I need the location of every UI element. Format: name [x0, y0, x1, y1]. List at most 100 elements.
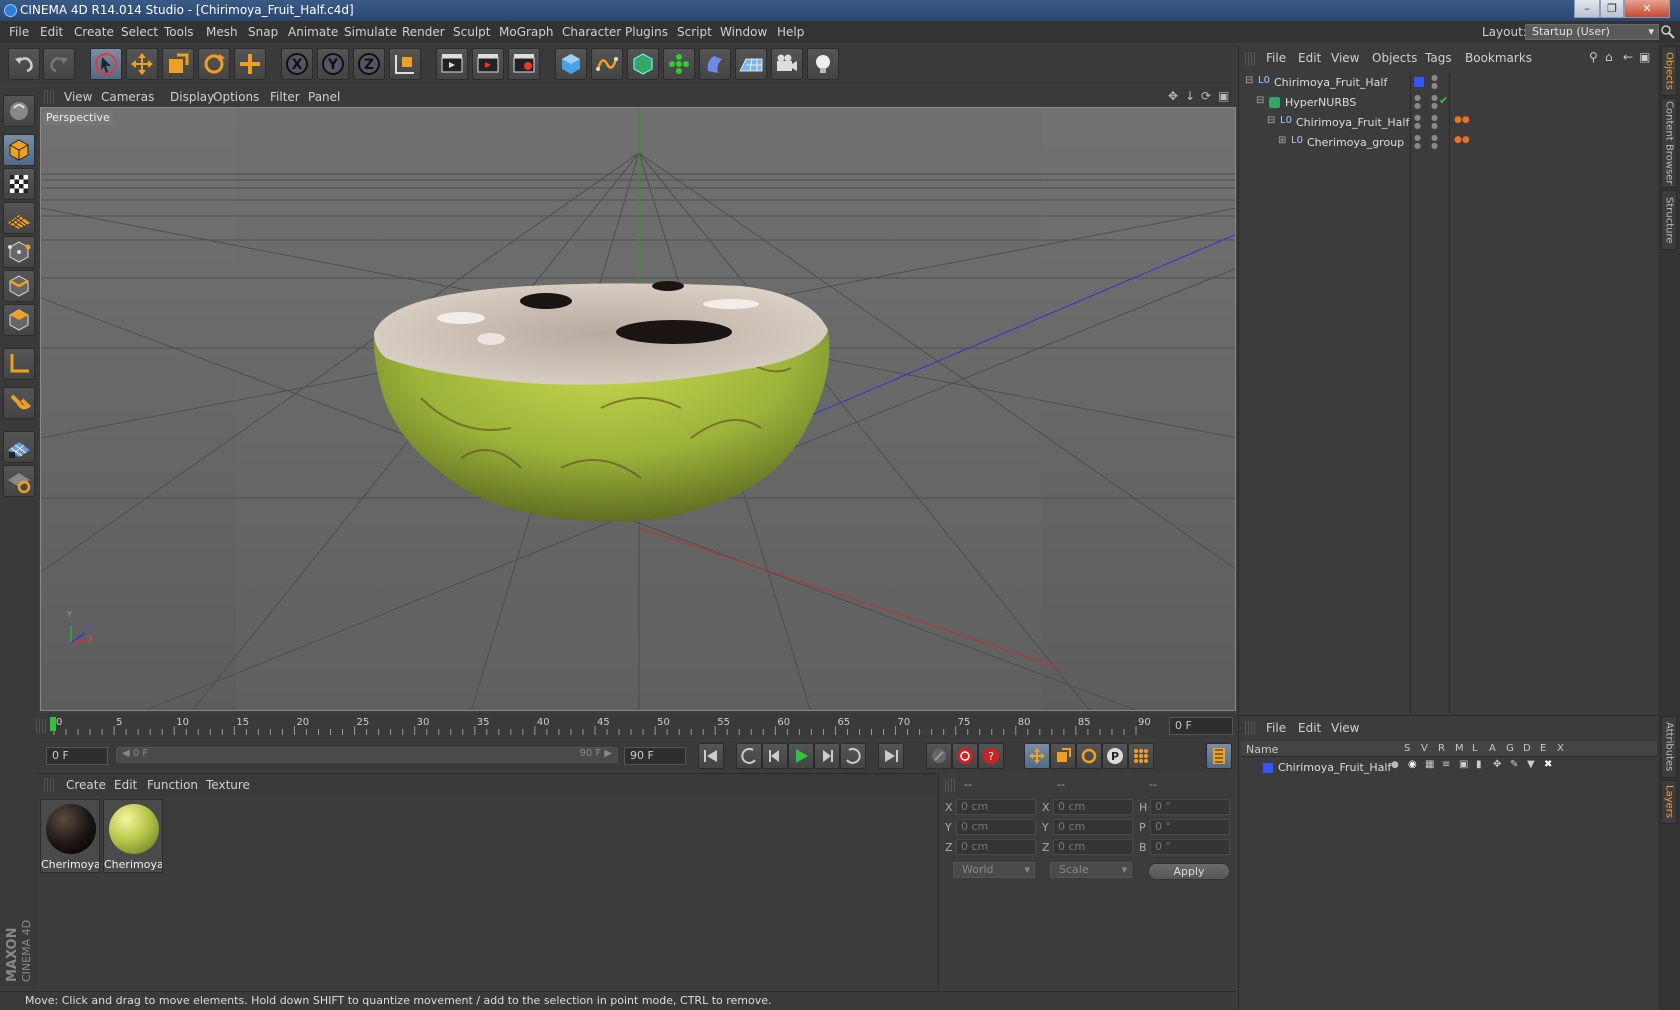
- previous-key-icon[interactable]: [736, 743, 762, 769]
- layer-column-header[interactable]: E: [1540, 743, 1546, 754]
- size-z-field[interactable]: 0 cm: [1053, 839, 1133, 855]
- timeline-ruler[interactable]: 0 5 10 15 20 25 30 35 40 45 50 55 60 65 70 75 80 85 90: [50, 715, 1165, 737]
- visibility-dots-icon[interactable]: ● ●: [1431, 74, 1438, 90]
- viewport-menu-options[interactable]: Options: [213, 90, 259, 104]
- tab-structure[interactable]: Structure: [1661, 190, 1677, 250]
- menu-window[interactable]: Window: [720, 25, 767, 39]
- menu-animate[interactable]: Animate: [288, 25, 338, 39]
- array-icon[interactable]: [663, 48, 695, 80]
- render-dots-icon[interactable]: ● ●: [1431, 114, 1438, 130]
- layer-column-header[interactable]: S: [1404, 743, 1410, 754]
- material-menu-texture[interactable]: Texture: [206, 778, 250, 792]
- layout-dropdown[interactable]: Startup (User) ▾: [1525, 24, 1659, 40]
- tab-attributes[interactable]: Attributes: [1661, 716, 1677, 778]
- collapse-icon[interactable]: ⊟: [1267, 115, 1275, 126]
- object-menu-bookmarks[interactable]: Bookmarks: [1465, 51, 1532, 65]
- layer-color-icon[interactable]: [1414, 77, 1424, 87]
- points-mode-icon[interactable]: [3, 236, 35, 268]
- rotation-h-field[interactable]: 0 °: [1150, 799, 1230, 815]
- lock-icon[interactable]: ▣: [1459, 759, 1468, 770]
- object-menu-tags[interactable]: Tags: [1425, 51, 1452, 65]
- new-panel-icon[interactable]: ▣: [1639, 50, 1650, 64]
- layer-column-header[interactable]: X: [1557, 743, 1564, 754]
- tab-content-browser[interactable]: Content Browser: [1661, 98, 1677, 188]
- apply-button[interactable]: Apply: [1148, 863, 1230, 880]
- enabled-check-icon[interactable]: ✔: [1439, 94, 1448, 107]
- panel-grip[interactable]: [44, 90, 54, 104]
- menu-plugins[interactable]: Plugins: [625, 25, 668, 39]
- render-dots-icon[interactable]: ● ●: [1431, 94, 1438, 110]
- polygons-mode-icon[interactable]: [3, 304, 35, 336]
- viewport-move-icon[interactable]: ✥: [1168, 89, 1178, 103]
- layer-column-header[interactable]: R: [1438, 743, 1445, 754]
- solo-icon[interactable]: ●: [1391, 760, 1399, 770]
- menu-help[interactable]: Help: [777, 25, 804, 39]
- close-icon[interactable]: ✕: [1624, 0, 1670, 18]
- expand-icon[interactable]: ⊞: [1278, 135, 1286, 146]
- workplane-mode-icon[interactable]: [3, 202, 35, 234]
- object-menu-edit[interactable]: Edit: [1298, 51, 1321, 65]
- axis-mode-icon[interactable]: [3, 348, 35, 380]
- object-name[interactable]: Chirimoya_Fruit_Half: [1274, 76, 1387, 89]
- animation-icon[interactable]: ▮: [1476, 759, 1482, 770]
- key-scale-icon[interactable]: [1050, 743, 1076, 769]
- coordinate-system-icon[interactable]: [389, 48, 421, 80]
- layer-name[interactable]: Chirimoya_Fruit_Half: [1278, 761, 1391, 774]
- layer-menu-edit[interactable]: Edit: [1298, 721, 1321, 735]
- visibility-dots-icon[interactable]: ● ●: [1414, 114, 1421, 130]
- layer-column-header[interactable]: V: [1421, 743, 1428, 754]
- current-frame-field[interactable]: 0 F: [1169, 717, 1233, 735]
- start-frame-field[interactable]: 0 F: [46, 747, 108, 765]
- create-object-icon[interactable]: [234, 48, 266, 80]
- tab-objects[interactable]: Objects: [1661, 46, 1677, 96]
- menu-select[interactable]: Select: [121, 25, 158, 39]
- position-x-field[interactable]: 0 cm: [956, 799, 1036, 815]
- previous-frame-icon[interactable]: [762, 743, 788, 769]
- menu-tools[interactable]: Tools: [164, 25, 194, 39]
- menu-file[interactable]: File: [9, 25, 29, 39]
- size-mode-dropdown[interactable]: Scale ▾: [1050, 862, 1132, 878]
- locked-workplane-icon[interactable]: [3, 465, 35, 497]
- preview-range-slider[interactable]: ◀ 0 F 90 F ▶: [116, 747, 618, 763]
- rotate-icon[interactable]: [198, 48, 230, 80]
- key-parameter-icon[interactable]: P: [1102, 743, 1128, 769]
- expressions-icon[interactable]: ▼: [1527, 759, 1535, 770]
- timeline-window-icon[interactable]: [1206, 743, 1232, 769]
- key-position-icon[interactable]: [1024, 743, 1050, 769]
- texture-tag-icon[interactable]: ●●: [1454, 115, 1470, 125]
- menu-create[interactable]: Create: [74, 25, 114, 39]
- search-icon[interactable]: ⚲: [1589, 50, 1598, 64]
- 3d-viewport[interactable]: Perspective Y Z X: [40, 107, 1236, 711]
- cube-primitive-icon[interactable]: [555, 48, 587, 80]
- play-icon[interactable]: [788, 743, 814, 769]
- texture-mode-icon[interactable]: [3, 168, 35, 200]
- viewport-menu-display[interactable]: Display: [170, 90, 214, 104]
- layer-menu-file[interactable]: File: [1266, 721, 1286, 735]
- render-picture-viewer-icon[interactable]: [472, 48, 504, 80]
- layer-column-header[interactable]: L: [1472, 743, 1478, 754]
- back-icon[interactable]: ←: [1623, 50, 1633, 64]
- menu-character[interactable]: Character: [562, 25, 621, 39]
- panel-grip[interactable]: [1245, 721, 1255, 735]
- rotation-b-field[interactable]: 0 °: [1150, 839, 1230, 855]
- layer-column-header[interactable]: A: [1489, 743, 1496, 754]
- menu-mesh[interactable]: Mesh: [206, 25, 238, 39]
- material-menu-function[interactable]: Function: [147, 778, 198, 792]
- undo-icon[interactable]: [8, 48, 40, 80]
- render-dots-icon[interactable]: ● ●: [1431, 134, 1438, 150]
- menu-mograph[interactable]: MoGraph: [499, 25, 554, 39]
- object-menu-file[interactable]: File: [1266, 51, 1286, 65]
- layer-column-header[interactable]: G: [1506, 743, 1514, 754]
- scale-icon[interactable]: [162, 48, 194, 80]
- viewport-maximize-icon[interactable]: ▣: [1218, 89, 1229, 103]
- eye-icon[interactable]: ◉: [1408, 759, 1417, 770]
- record-active-icon[interactable]: [952, 743, 978, 769]
- end-frame-field[interactable]: 90 F: [624, 747, 686, 765]
- object-menu-objects[interactable]: Objects: [1372, 51, 1417, 65]
- light-icon[interactable]: [807, 48, 839, 80]
- position-y-field[interactable]: 0 cm: [956, 819, 1036, 835]
- next-key-icon[interactable]: [840, 743, 866, 769]
- record-keys-icon[interactable]: [926, 743, 952, 769]
- object-name[interactable]: HyperNURBS: [1285, 96, 1356, 109]
- deformers-icon[interactable]: ✎: [1510, 759, 1518, 770]
